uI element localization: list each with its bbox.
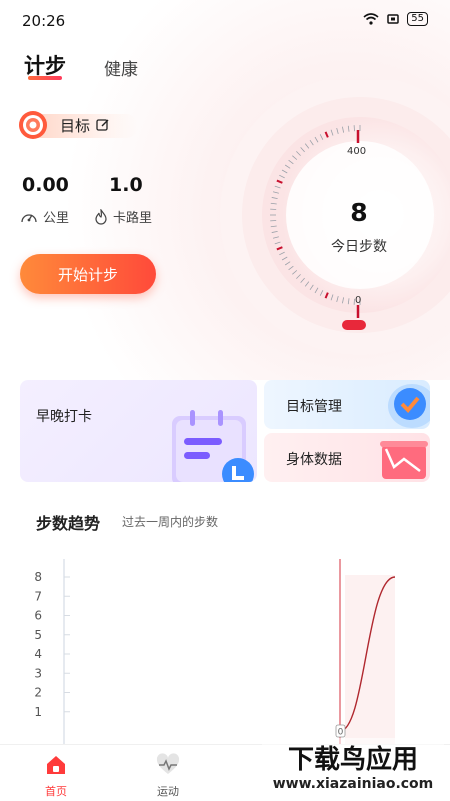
status-icons: 55 [363,12,428,26]
watermark-logo: 下载鸟应用 www.xiazainiao.com [262,738,444,796]
tab-health[interactable]: 健康 [104,55,138,80]
speedometer-icon [20,209,38,225]
nav-item-home[interactable]: 首页 [26,753,86,799]
distance-value: 0.00 [22,174,69,196]
wifi-icon [363,13,379,25]
flame-icon [94,209,108,225]
trend-title: 步数趋势 [36,510,100,534]
calorie-label: 卡路里 [113,207,152,226]
chart-marker-label: 0 [338,728,344,738]
tab-active-underline [28,76,62,80]
heartbeat-icon [155,753,181,777]
body-data-title: 身体数据 [286,449,342,469]
goal-management-title: 目标管理 [286,396,342,416]
watermark-url: www.xiazainiao.com [273,776,434,792]
distance-label: 公里 [43,207,69,226]
calorie-label-group: 卡路里 [94,207,152,226]
start-step-button[interactable]: 开始计步 [20,254,156,294]
y-tick-label: 2 [34,686,42,700]
calorie-value: 1.0 [109,174,143,196]
nav-sport-label: 运动 [138,783,198,799]
chart-basket-icon [376,437,430,482]
y-tick-label: 6 [34,609,42,623]
checkin-card-title: 早晚打卡 [36,406,92,426]
distance-label-group: 公里 [20,207,69,226]
checkmark-badge-icon [382,380,430,429]
y-tick-label: 4 [34,647,42,661]
y-tick-label: 7 [34,589,42,603]
today-steps-label: 今日步数 [313,236,405,256]
gauge-min-label: 0 [355,295,361,306]
target-icon [18,110,48,140]
y-tick-label: 8 [34,570,42,584]
goal-button[interactable]: 目标 [18,108,138,142]
nav-home-label: 首页 [26,783,86,799]
body-data-card[interactable]: 身体数据 [264,433,430,482]
status-time: 20:26 [22,12,65,30]
home-icon [44,753,68,777]
trend-subtitle: 过去一周内的步数 [122,513,218,530]
calendar-icon [168,408,257,482]
sim-icon [387,13,399,25]
gauge-progress-pill [342,320,366,330]
chart-highlight-band [345,575,395,745]
today-steps-value: 8 [327,198,391,227]
edit-icon[interactable] [96,118,110,132]
checkin-card[interactable]: 早晚打卡 [20,380,257,482]
y-tick-label: 1 [34,705,42,719]
status-bar: 20:26 55 [0,0,450,40]
nav-item-sport[interactable]: 运动 [138,753,198,799]
gauge-max-label: 400 [347,146,366,157]
watermark-title: 下载鸟应用 [288,744,418,775]
y-tick-label: 3 [34,666,42,680]
goal-label: 目标 [60,115,90,136]
goal-management-card[interactable]: 目标管理 [264,380,430,429]
y-tick-label: 5 [34,628,42,642]
step-trend-chart: 8 7 6 5 4 3 2 1 0 [20,555,430,745]
battery-indicator: 55 [407,12,428,26]
